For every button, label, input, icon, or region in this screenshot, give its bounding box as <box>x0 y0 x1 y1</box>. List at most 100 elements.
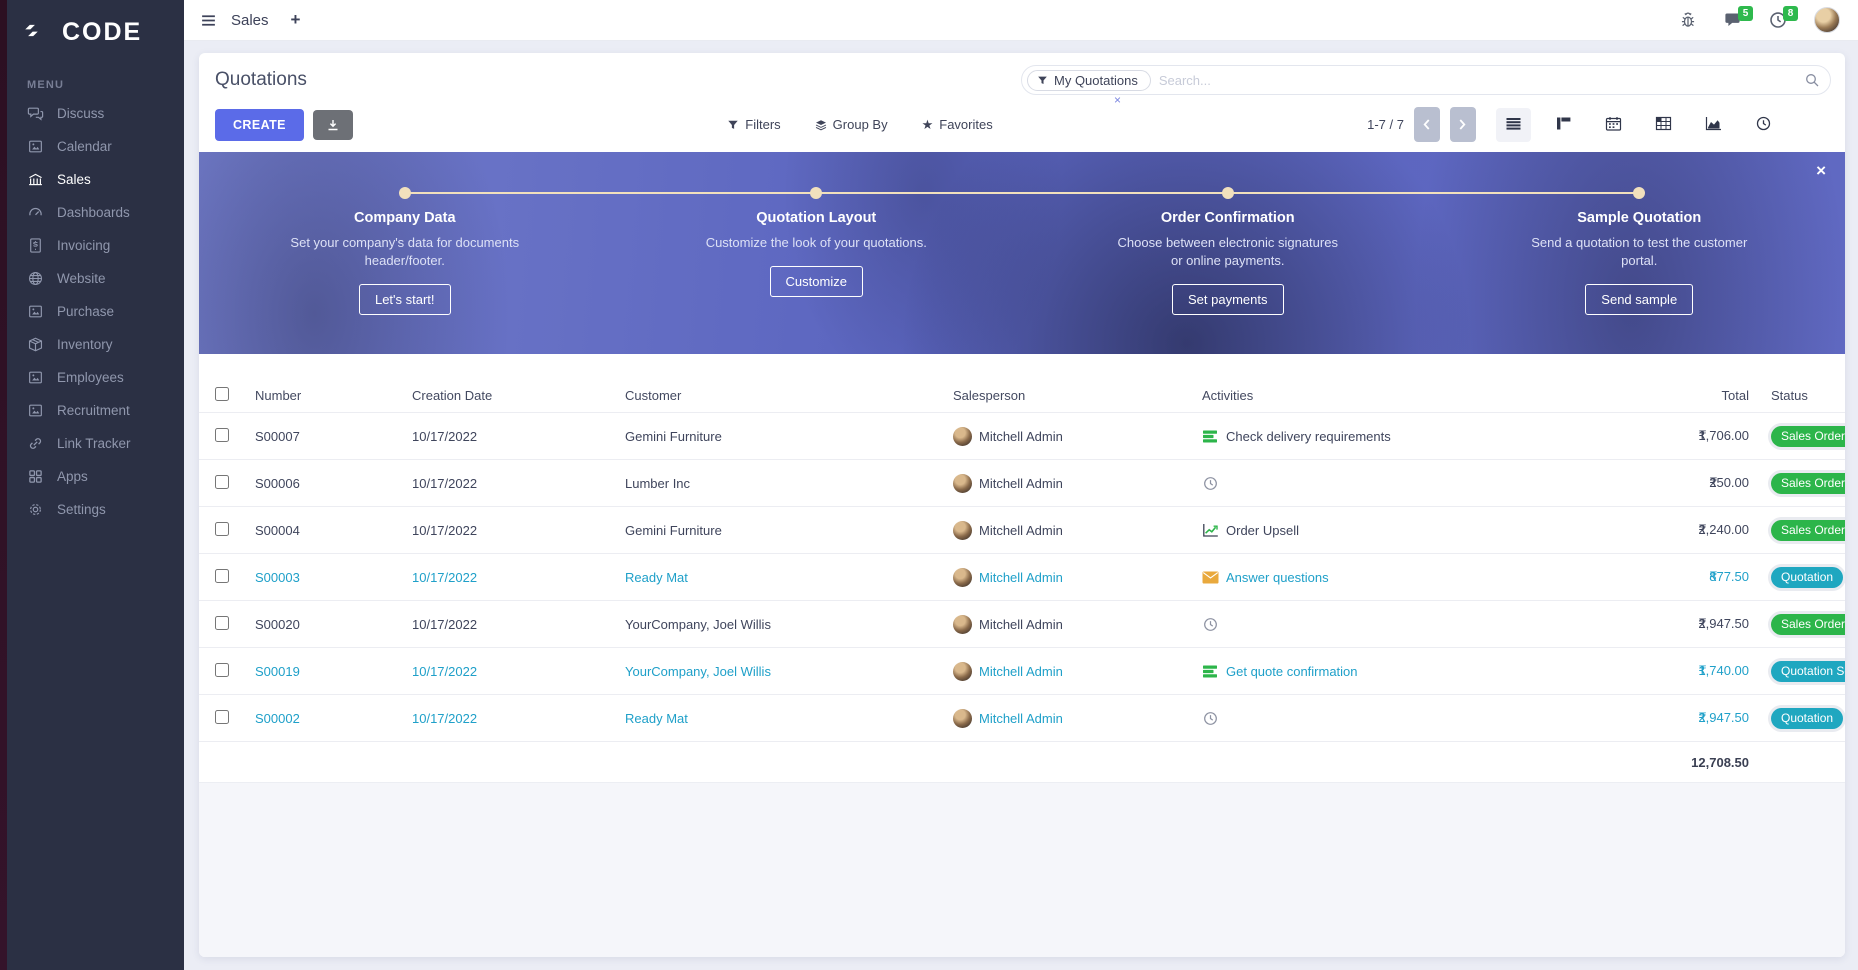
row-checkbox[interactable] <box>215 522 229 536</box>
sidebar-item-dashboards[interactable]: Dashboards <box>7 196 184 229</box>
sidebar-section-label: MENU <box>7 57 184 97</box>
list-view-icon <box>1505 116 1522 134</box>
filters-button[interactable]: Filters <box>727 117 780 132</box>
download-icon <box>326 118 340 132</box>
table-row[interactable]: S00004 10/17/2022 Gemini Furniture Mitch… <box>199 507 1845 554</box>
view-activity-button[interactable] <box>1746 108 1781 142</box>
salesperson-avatar <box>953 568 972 587</box>
hamburger-menu-icon[interactable] <box>200 12 217 29</box>
view-list-button[interactable] <box>1496 108 1531 142</box>
table-row[interactable]: S00003 10/17/2022 Ready Mat Mitchell Adm… <box>199 554 1845 601</box>
workspace: Quotations My Quotations × C <box>184 41 1858 970</box>
cell-activities[interactable]: Answer questions <box>1198 570 1548 585</box>
column-header-salesperson[interactable]: Salesperson <box>949 388 1198 403</box>
view-switcher <box>1496 108 1781 142</box>
select-all-checkbox[interactable] <box>215 387 229 401</box>
sidebar-item-calendar[interactable]: Calendar <box>7 130 184 163</box>
row-checkbox[interactable] <box>215 710 229 724</box>
navbar-right: 5 8 <box>1679 7 1840 33</box>
messages-count-badge: 5 <box>1738 6 1753 21</box>
cell-customer: Ready Mat <box>621 570 949 585</box>
cell-activities[interactable] <box>1198 476 1548 491</box>
view-pivot-button[interactable] <box>1646 108 1681 142</box>
sidebar-item-inventory[interactable]: Inventory <box>7 328 184 361</box>
row-checkbox[interactable] <box>215 475 229 489</box>
step-action-button[interactable]: Set payments <box>1172 284 1284 315</box>
column-header-total[interactable]: Total <box>1548 388 1755 403</box>
view-calendar-button[interactable] <box>1596 108 1631 142</box>
column-header-status[interactable]: Status <box>1755 388 1845 403</box>
row-checkbox[interactable] <box>215 663 229 677</box>
gear-icon <box>27 501 44 518</box>
cell-number: S00019 <box>251 664 408 679</box>
row-checkbox[interactable] <box>215 616 229 630</box>
placeholder-icon <box>27 303 44 320</box>
search-facet[interactable]: My Quotations <box>1027 70 1151 91</box>
cell-customer: Lumber Inc <box>621 476 949 491</box>
sidebar-item-purchase[interactable]: Purchase <box>7 295 184 328</box>
sidebar-item-link-tracker[interactable]: Link Tracker <box>7 427 184 460</box>
group-by-button[interactable]: Group By <box>815 117 888 132</box>
export-button[interactable] <box>313 110 353 140</box>
cell-total: ₹1,740.00 <box>1548 663 1755 679</box>
brand-logo[interactable]: CODE <box>7 0 184 57</box>
pager-previous-button[interactable] <box>1414 107 1440 142</box>
sidebar-item-label: Invoicing <box>57 238 110 253</box>
table-row[interactable]: S00002 10/17/2022 Ready Mat Mitchell Adm… <box>199 695 1845 742</box>
table-row[interactable]: S00007 10/17/2022 Gemini Furniture Mitch… <box>199 413 1845 460</box>
step-action-button[interactable]: Customize <box>770 266 863 297</box>
column-header-number[interactable]: Number <box>251 388 408 403</box>
view-kanban-button[interactable] <box>1546 108 1581 142</box>
table-row[interactable]: S00006 10/17/2022 Lumber Inc Mitchell Ad… <box>199 460 1845 507</box>
new-tab-button[interactable]: + <box>291 10 301 30</box>
cell-activities[interactable]: Get quote confirmation <box>1198 664 1548 679</box>
cell-status: Quotation Sent <box>1755 661 1845 682</box>
table-row[interactable]: S00020 10/17/2022 YourCompany, Joel Will… <box>199 601 1845 648</box>
control-panel-top: Quotations My Quotations × <box>199 53 1845 99</box>
calendar-view-icon <box>1605 116 1622 134</box>
search-input[interactable] <box>1151 73 1804 88</box>
banner-close-icon[interactable]: × <box>1816 162 1826 179</box>
onboarding-step-sample-quotation: Sample Quotation Send a quotation to tes… <box>1434 152 1846 354</box>
facet-remove-icon[interactable]: × <box>1114 93 1121 107</box>
cell-total: ₹2,240.00 <box>1548 522 1755 538</box>
sidebar-item-discuss[interactable]: Discuss <box>7 97 184 130</box>
favorites-button[interactable]: ★ Favorites <box>922 117 993 133</box>
sidebar-item-website[interactable]: Website <box>7 262 184 295</box>
sidebar-item-settings[interactable]: Settings <box>7 493 184 526</box>
cell-activities[interactable] <box>1198 617 1548 632</box>
table-row[interactable]: S00019 10/17/2022 YourCompany, Joel Will… <box>199 648 1845 695</box>
search-bar[interactable]: My Quotations × <box>1021 65 1831 95</box>
salesperson-name: Mitchell Admin <box>979 523 1063 538</box>
pager-next-button[interactable] <box>1450 107 1476 142</box>
row-checkbox[interactable] <box>215 428 229 442</box>
sidebar-item-invoicing[interactable]: Invoicing <box>7 229 184 262</box>
activities-clock-icon[interactable]: 8 <box>1769 11 1787 29</box>
sidebar-item-recruitment[interactable]: Recruitment <box>7 394 184 427</box>
create-button[interactable]: CREATE <box>215 109 304 141</box>
view-graph-button[interactable] <box>1696 108 1731 142</box>
debug-bug-icon[interactable] <box>1679 11 1697 29</box>
user-avatar[interactable] <box>1814 7 1840 33</box>
quotations-table: NumberCreation DateCustomerSalespersonAc… <box>199 378 1845 782</box>
cell-status: Quotation <box>1755 708 1845 729</box>
cell-salesperson: Mitchell Admin <box>949 521 1198 540</box>
cell-total: ₹2,947.50 <box>1548 616 1755 632</box>
column-header-customer[interactable]: Customer <box>621 388 949 403</box>
step-action-button[interactable]: Send sample <box>1585 284 1693 315</box>
sidebar-item-employees[interactable]: Employees <box>7 361 184 394</box>
row-checkbox[interactable] <box>215 569 229 583</box>
messages-icon[interactable]: 5 <box>1724 11 1742 29</box>
cell-activities[interactable] <box>1198 711 1548 726</box>
cell-activities[interactable]: Check delivery requirements <box>1198 429 1548 444</box>
cell-activities[interactable]: Order Upsell <box>1198 523 1548 538</box>
cell-creation-date: 10/17/2022 <box>408 476 621 491</box>
step-action-button[interactable]: Let's start! <box>359 284 451 315</box>
sidebar-item-apps[interactable]: Apps <box>7 460 184 493</box>
sidebar-item-sales[interactable]: Sales <box>7 163 184 196</box>
search-icon[interactable] <box>1804 72 1820 88</box>
status-badge: Quotation <box>1771 708 1843 729</box>
column-header-activities[interactable]: Activities <box>1198 388 1548 403</box>
column-header-creation-date[interactable]: Creation Date <box>408 388 621 403</box>
app-name[interactable]: Sales <box>231 12 269 29</box>
